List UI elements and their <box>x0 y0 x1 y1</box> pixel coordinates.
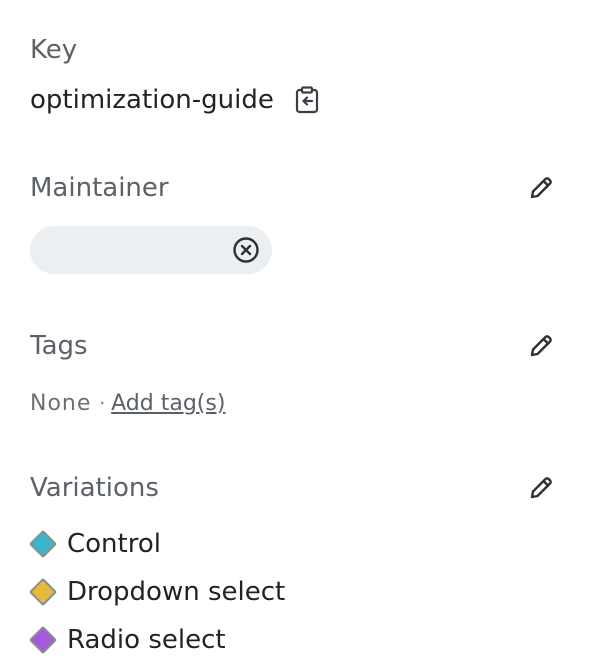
pencil-icon <box>530 477 552 499</box>
pencil-icon <box>530 335 552 357</box>
pencil-icon <box>530 177 552 199</box>
copy-key-button[interactable] <box>294 85 320 115</box>
variations-label: Variations <box>30 473 159 503</box>
variation-color-diamond-icon <box>28 577 58 607</box>
variation-item: Control <box>28 520 285 568</box>
edit-variations-button[interactable] <box>527 474 555 502</box>
circle-x-icon <box>233 237 259 263</box>
variations-header: Variations <box>30 472 555 504</box>
variation-item: Dropdown select <box>28 568 286 616</box>
variation-color-diamond-icon <box>28 625 58 655</box>
tags-separator: · <box>99 393 106 414</box>
variation-label: Dropdown select <box>67 577 286 607</box>
key-label: Key <box>30 35 78 65</box>
tags-row: None · Add tag(s) <box>30 390 225 418</box>
tags-label: Tags <box>30 331 88 361</box>
clipboard-copy-icon <box>295 86 318 114</box>
edit-maintainer-button[interactable] <box>527 174 555 202</box>
variations-list: Control Dropdown select Radio select <box>28 520 286 664</box>
key-value-row: optimization-guide <box>30 84 320 116</box>
variation-item: Radio select <box>28 616 285 664</box>
maintainer-chip <box>30 226 272 274</box>
tags-header: Tags <box>30 330 555 362</box>
tags-none-text: None <box>30 391 92 416</box>
variation-label: Radio select <box>67 625 226 655</box>
key-value: optimization-guide <box>30 85 274 115</box>
clear-maintainer-button[interactable] <box>232 236 260 264</box>
maintainer-header: Maintainer <box>30 172 555 204</box>
variation-color-diamond-icon <box>28 529 58 559</box>
add-tags-link[interactable]: Add tag(s) <box>111 390 225 418</box>
maintainer-label: Maintainer <box>30 173 169 203</box>
edit-tags-button[interactable] <box>527 332 555 360</box>
variation-label: Control <box>67 529 161 559</box>
